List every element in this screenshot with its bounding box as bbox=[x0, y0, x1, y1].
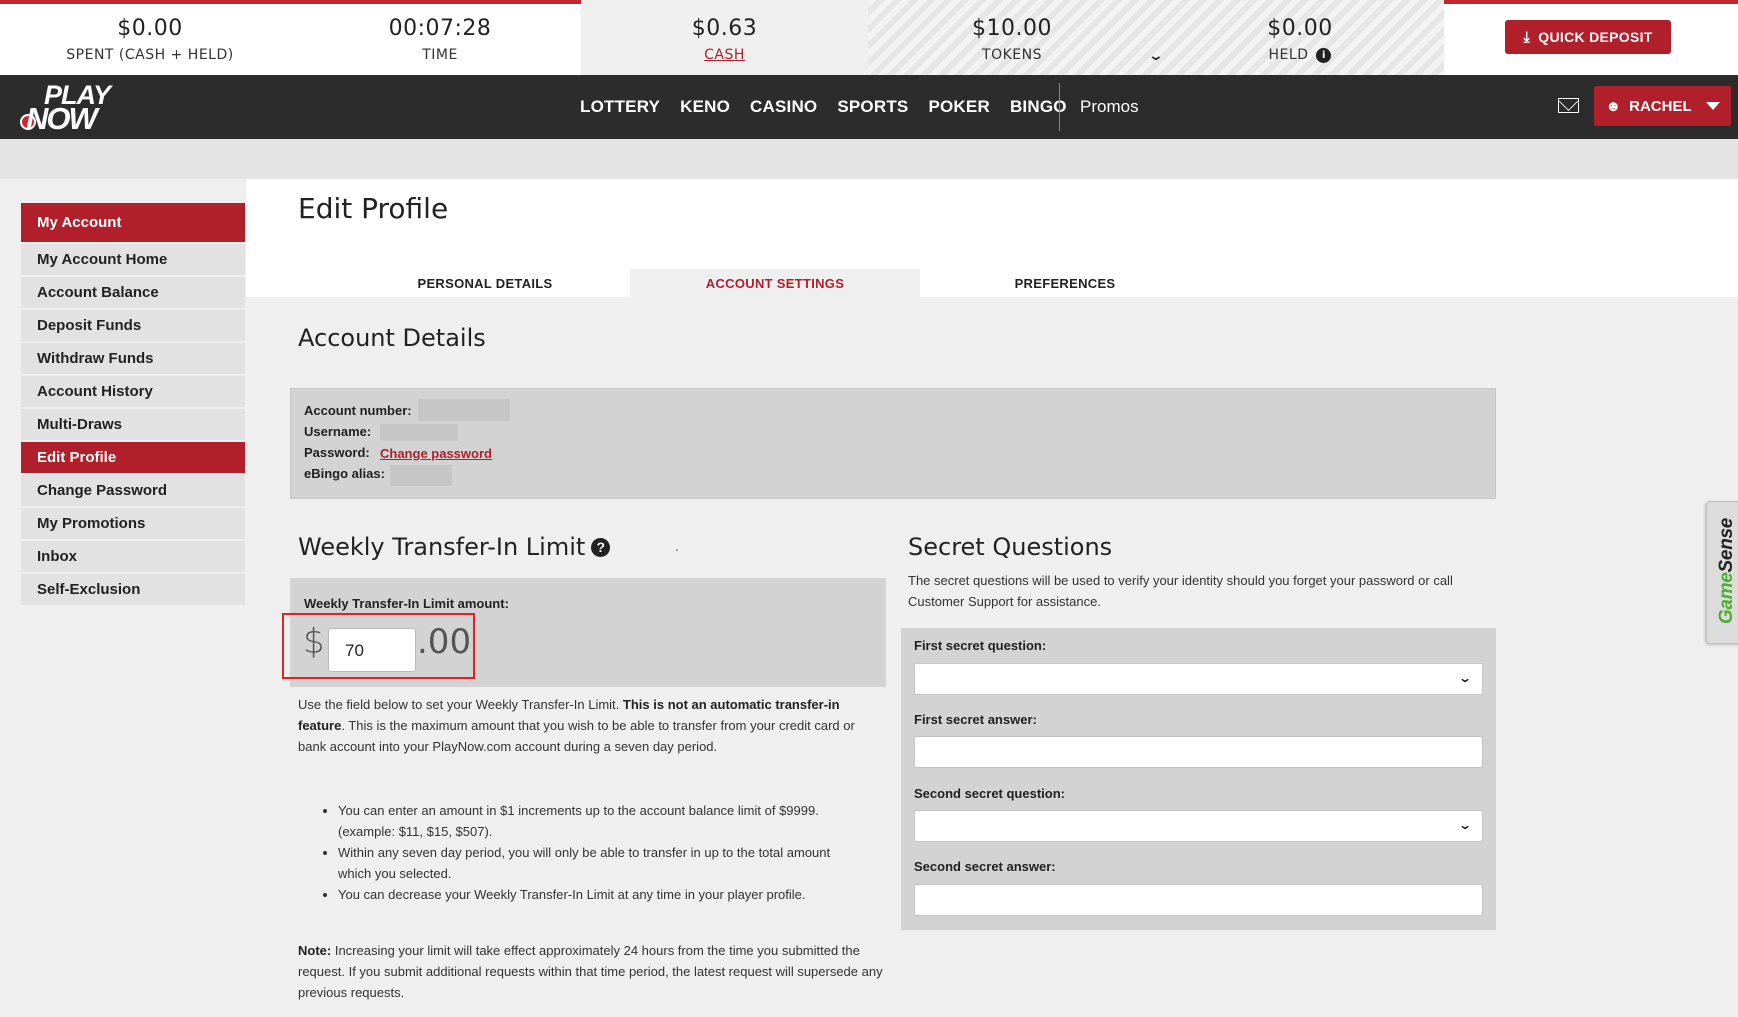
first-answer-input[interactable] bbox=[914, 736, 1483, 768]
sidebar-item-change-password[interactable]: Change Password bbox=[21, 475, 245, 506]
gamesense-logo: GameSense bbox=[1716, 511, 1738, 631]
chevron-down-icon: ⌄ bbox=[1457, 818, 1473, 832]
transfer-limit-amount-label: Weekly Transfer-In Limit amount: bbox=[304, 596, 509, 611]
second-answer-input[interactable] bbox=[914, 884, 1483, 916]
stray-dot: . bbox=[675, 540, 679, 554]
nav-keno[interactable]: KENO bbox=[680, 97, 730, 117]
stat-cash-value: $0.63 bbox=[691, 16, 758, 41]
transfer-limit-rules: You can enter an amount in $1 increments… bbox=[318, 800, 858, 905]
sidebar-item-my-account-home[interactable]: My Account Home bbox=[21, 244, 245, 275]
info-icon[interactable]: i bbox=[1316, 47, 1332, 63]
mail-icon[interactable] bbox=[1558, 98, 1579, 113]
password-label: Password: bbox=[304, 445, 370, 460]
sidebar-item-edit-profile[interactable]: Edit Profile bbox=[21, 442, 245, 473]
nav-promos[interactable]: Promos bbox=[1080, 75, 1139, 139]
sidebar-item-deposit-funds[interactable]: Deposit Funds bbox=[21, 310, 245, 341]
transfer-desc-pre: Use the field below to set your Weekly T… bbox=[298, 697, 623, 712]
sidebar-heading: My Account bbox=[21, 203, 245, 242]
nav-poker[interactable]: POKER bbox=[928, 97, 989, 117]
account-sidebar: My Account My Account Home Account Balan… bbox=[21, 203, 245, 605]
user-menu-button[interactable]: ☻ RACHEL bbox=[1594, 86, 1731, 126]
first-question-select[interactable]: ⌄ bbox=[914, 663, 1483, 695]
quick-deposit-label: QUICK DEPOSIT bbox=[1538, 29, 1653, 45]
sub-band bbox=[0, 139, 1738, 179]
second-question-label: Second secret question: bbox=[914, 786, 1065, 801]
playnow-logo[interactable]: PLAY NOW bbox=[16, 80, 136, 136]
sidebar-item-withdraw-funds[interactable]: Withdraw Funds bbox=[21, 343, 245, 374]
stat-tokens-label: TOKENS bbox=[982, 47, 1042, 63]
page-title: Edit Profile bbox=[298, 192, 449, 225]
alias-label: eBingo alias: bbox=[304, 466, 385, 481]
nav-links: LOTTERY KENO CASINO SPORTS POKER BINGO bbox=[580, 75, 1087, 139]
change-password-link[interactable]: Change password bbox=[380, 446, 492, 461]
nav-lottery[interactable]: LOTTERY bbox=[580, 97, 660, 117]
secret-questions-box: First secret question: ⌄ First secret an… bbox=[901, 628, 1496, 930]
stat-spent: $0.00 SPENT (CASH + HELD) bbox=[0, 4, 300, 75]
caret-down-icon bbox=[1705, 102, 1720, 110]
transfer-limit-note: Note: Increasing your limit will take ef… bbox=[298, 940, 888, 1003]
stat-held-label: HELD bbox=[1268, 47, 1309, 63]
sidebar-item-account-balance[interactable]: Account Balance bbox=[21, 277, 245, 308]
gamesense-part2: Sense bbox=[1716, 517, 1737, 573]
first-answer-label: First secret answer: bbox=[914, 712, 1037, 727]
currency-symbol: $ bbox=[303, 622, 325, 662]
secret-questions-description: The secret questions will be used to ver… bbox=[908, 573, 1453, 609]
transfer-limit-heading-row: Weekly Transfer-In Limit? bbox=[298, 533, 611, 561]
list-item: You can enter an amount in $1 increments… bbox=[338, 800, 858, 842]
stat-held: $0.00 HELD i bbox=[1156, 0, 1444, 75]
chevron-down-icon: ⌄ bbox=[1457, 671, 1473, 685]
stat-time-label: TIME bbox=[422, 47, 458, 63]
account-number-redacted bbox=[418, 399, 510, 421]
transfer-limit-heading: Weekly Transfer-In Limit bbox=[298, 533, 586, 561]
transfer-limit-description: Use the field below to set your Weekly T… bbox=[298, 694, 878, 757]
first-question-label: First secret question: bbox=[914, 638, 1047, 653]
list-item: You can decrease your Weekly Transfer-In… bbox=[338, 884, 858, 905]
download-icon: ⤓ bbox=[1523, 28, 1531, 46]
user-name: RACHEL bbox=[1629, 97, 1692, 115]
nav-casino[interactable]: CASINO bbox=[750, 97, 817, 117]
gamesense-part1: Game bbox=[1716, 572, 1737, 625]
tab-personal-details[interactable]: PERSONAL DETAILS bbox=[340, 269, 630, 297]
transfer-limit-input[interactable]: 70 bbox=[328, 628, 416, 672]
user-icon: ☻ bbox=[1605, 97, 1622, 115]
sidebar-item-self-exclusion[interactable]: Self-Exclusion bbox=[21, 574, 245, 605]
username-label: Username: bbox=[304, 424, 372, 439]
alias-redacted bbox=[390, 465, 452, 486]
account-details-heading: Account Details bbox=[298, 324, 486, 352]
username-redacted bbox=[380, 424, 458, 441]
stat-time: 00:07:28 TIME bbox=[300, 4, 580, 75]
account-number-label: Account number: bbox=[304, 403, 412, 418]
tab-preferences[interactable]: PREFERENCES bbox=[920, 269, 1210, 297]
stat-cash[interactable]: $0.63 CASH bbox=[581, 0, 868, 75]
tab-account-settings[interactable]: ACCOUNT SETTINGS bbox=[630, 269, 920, 297]
quick-deposit-button[interactable]: ⤓ QUICK DEPOSIT bbox=[1505, 20, 1671, 54]
gamesense-tab[interactable]: GameSense bbox=[1706, 501, 1738, 644]
help-icon[interactable]: ? bbox=[591, 538, 611, 557]
sidebar-item-my-promotions[interactable]: My Promotions bbox=[21, 508, 245, 539]
cents-suffix: .00 bbox=[417, 622, 472, 662]
stat-tokens[interactable]: $10.00 TOKENS bbox=[868, 0, 1156, 75]
note-label: Note: bbox=[298, 943, 332, 958]
secret-questions-heading: Secret Questions bbox=[908, 533, 1113, 561]
stat-spent-label: SPENT (CASH + HELD) bbox=[66, 47, 234, 63]
second-question-select[interactable]: ⌄ bbox=[914, 810, 1483, 842]
stat-held-label-row: HELD i bbox=[1156, 47, 1444, 63]
sidebar-item-account-history[interactable]: Account History bbox=[21, 376, 245, 407]
sidebar-item-multi-draws[interactable]: Multi-Draws bbox=[21, 409, 245, 440]
logo-text-now: NOW bbox=[26, 101, 98, 136]
stat-held-value: $0.00 bbox=[1267, 16, 1333, 41]
note-text: Increasing your limit will take effect a… bbox=[298, 943, 883, 1000]
account-details-box: Account number: Username: Password: Chan… bbox=[290, 388, 1496, 499]
stat-tokens-value: $10.00 bbox=[972, 16, 1052, 41]
nav-sports[interactable]: SPORTS bbox=[837, 97, 908, 117]
stat-cash-link[interactable]: CASH bbox=[581, 47, 868, 63]
nav-divider bbox=[1059, 83, 1060, 131]
stat-time-value: 00:07:28 bbox=[388, 16, 492, 41]
second-answer-label: Second secret answer: bbox=[914, 859, 1056, 874]
transfer-desc-post: . This is the maximum amount that you wi… bbox=[298, 718, 855, 754]
list-item: Within any seven day period, you will on… bbox=[338, 842, 858, 884]
sidebar-item-inbox[interactable]: Inbox bbox=[21, 541, 245, 572]
stat-spent-value: $0.00 bbox=[117, 16, 183, 41]
